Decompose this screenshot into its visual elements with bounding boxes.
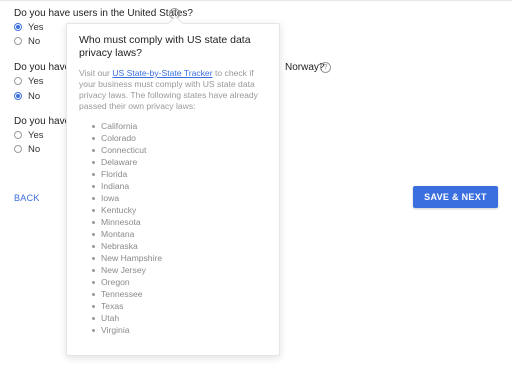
state-list-item: Virginia — [92, 324, 267, 336]
radio-option-q2-yes[interactable]: Yes — [14, 75, 44, 87]
radio-label: No — [28, 143, 41, 155]
state-list-item: Iowa — [92, 192, 267, 204]
state-list-item: Delaware — [92, 156, 267, 168]
radio-button[interactable] — [14, 37, 22, 45]
state-list-item: Oregon — [92, 276, 267, 288]
state-list-item: Nebraska — [92, 240, 267, 252]
radio-label: Yes — [28, 129, 44, 141]
top-divider — [0, 0, 512, 1]
state-list-item: Connecticut — [92, 144, 267, 156]
state-list-item: New Jersey — [92, 264, 267, 276]
radio-option-q3-yes[interactable]: Yes — [14, 129, 44, 141]
state-list-item: Florida — [92, 168, 267, 180]
state-list-item: Montana — [92, 228, 267, 240]
popover-body-prefix: Visit our — [79, 68, 113, 78]
radio-label: No — [28, 90, 41, 102]
radio-option-us-no[interactable]: No — [14, 35, 40, 47]
state-tracker-link[interactable]: US State-by-State Tracker — [112, 68, 212, 78]
state-list-item: Minnesota — [92, 216, 267, 228]
question-2-end: Norway? — [285, 62, 325, 73]
state-list-item: Colorado — [92, 132, 267, 144]
question-mark-circle-icon[interactable]: ? — [320, 62, 331, 73]
radio-button[interactable] — [14, 77, 22, 85]
save-and-next-button[interactable]: SAVE & NEXT — [413, 186, 498, 208]
state-list-item: Kentucky — [92, 204, 267, 216]
state-list: California Colorado Connecticut Delaware… — [79, 120, 267, 336]
radio-option-q2-no[interactable]: No — [14, 90, 40, 102]
state-list-item: New Hampshire — [92, 252, 267, 264]
radio-button[interactable] — [14, 23, 22, 31]
radio-button[interactable] — [14, 131, 22, 139]
popover-title: Who must comply with US state data priva… — [79, 34, 251, 59]
radio-option-q3-no[interactable]: No — [14, 143, 40, 155]
popover-body: Visit our US State-by-State Tracker to c… — [79, 68, 267, 112]
radio-button[interactable] — [14, 145, 22, 153]
privacy-laws-popover: Who must comply with US state data priva… — [66, 15, 280, 356]
back-button[interactable]: BACK — [14, 193, 40, 203]
state-list-item: California — [92, 120, 267, 132]
radio-label: No — [28, 35, 41, 47]
state-list-item: Texas — [92, 300, 267, 312]
question-us-users: Do you have users in the United States? — [14, 8, 193, 19]
radio-option-us-yes[interactable]: Yes — [14, 21, 44, 33]
radio-label: Yes — [28, 21, 44, 33]
state-list-item: Utah — [92, 312, 267, 324]
state-list-item: Tennessee — [92, 288, 267, 300]
radio-label: Yes — [28, 75, 44, 87]
state-list-item: Indiana — [92, 180, 267, 192]
radio-button[interactable] — [14, 92, 22, 100]
